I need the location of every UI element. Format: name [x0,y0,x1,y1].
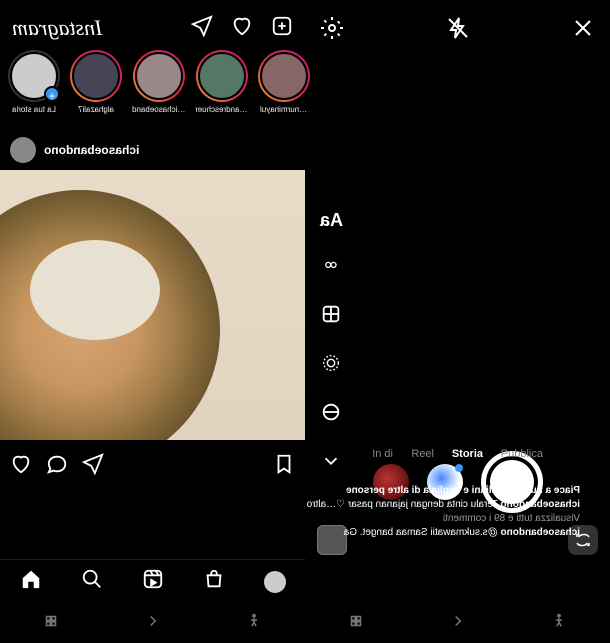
instagram-logo: Instagram [12,15,102,41]
sys-accessibility-icon[interactable] [550,612,568,635]
shop-icon[interactable] [203,568,225,595]
story-item[interactable]: ichasoeband… [132,50,185,114]
story-item[interactable]: andreschuer… [195,50,247,114]
caption-text: Teralu cinta dengan jajanan pasar ♡…altr… [307,499,498,510]
heart-icon[interactable] [231,15,253,42]
settings-icon[interactable] [320,16,344,45]
likes-text[interactable]: Piace a nurminayuliani e migliaia di alt… [295,484,580,498]
share-icon[interactable] [82,453,104,480]
layout-icon[interactable] [320,303,342,330]
flash-off-icon[interactable] [446,16,470,45]
text-icon[interactable]: Aa [320,210,342,232]
feed-view: Instagram +La tua storia alghazali7 icha… [0,0,305,643]
sys-back-icon[interactable] [449,612,467,635]
story-item[interactable]: alghazali7 [70,50,122,114]
camera-view: Aa Pubblica Storia Reel In di [305,0,610,643]
circle-icon[interactable] [320,401,342,428]
infinity-icon[interactable] [320,254,342,281]
view-comments[interactable]: Visualizza tutti e 89 i commenti [295,512,580,526]
mode-storia[interactable]: Storia [452,448,483,460]
save-icon[interactable] [273,453,295,480]
like-icon[interactable] [10,453,32,480]
post-image[interactable] [0,170,305,440]
ring-icon[interactable] [320,352,342,379]
search-icon[interactable] [81,568,103,595]
comment-user[interactable]: ichasoebandono [501,527,580,538]
reels-icon[interactable] [142,568,164,595]
story-item[interactable]: nurminayul… [258,50,310,114]
stories-tray: +La tua storia alghazali7 ichasoeband… a… [0,50,305,114]
camera-modes[interactable]: Pubblica Storia Reel In di [317,448,598,460]
new-post-icon[interactable] [271,15,293,42]
post-username[interactable]: ichasoebandono [44,143,139,157]
close-icon[interactable] [571,16,595,45]
mode-indiretta[interactable]: In di [372,448,393,460]
sys-recent-icon[interactable] [347,612,365,635]
comment-icon[interactable] [46,453,68,480]
mode-pubblica[interactable]: Pubblica [501,448,543,460]
story-own[interactable]: +La tua storia [8,50,60,114]
post-avatar[interactable] [10,137,36,163]
home-icon[interactable] [20,568,42,595]
sys-back-icon[interactable] [144,612,162,635]
sys-accessibility-icon[interactable] [245,612,263,635]
caption-user[interactable]: ichasoebandono [501,499,580,510]
profile-icon[interactable] [264,571,286,593]
sys-recent-icon[interactable] [42,612,60,635]
mode-reel[interactable]: Reel [411,448,434,460]
comment-text: @s.sukmawatii Samaa banget. Ga [344,527,498,538]
messenger-icon[interactable] [191,15,213,42]
